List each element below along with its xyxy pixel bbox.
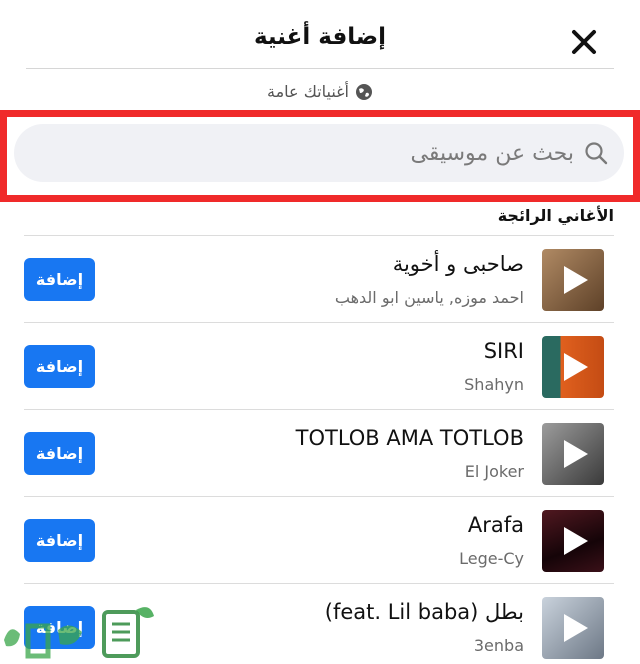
song-thumbnail[interactable] (542, 597, 604, 659)
song-thumbnail[interactable] (542, 423, 604, 485)
song-artist: احمد موزه, ياسين ابو الدهب (334, 288, 524, 307)
privacy-indicator: أغنياتك عامة (0, 82, 640, 101)
play-icon (564, 614, 588, 642)
page-title: إضافة أغنية (253, 24, 387, 50)
song-thumbnail[interactable] (542, 249, 604, 311)
watermark-logo (4, 607, 154, 659)
play-icon (564, 266, 588, 294)
add-song-button[interactable]: إضافة (24, 432, 95, 475)
song-thumbnail[interactable] (542, 510, 604, 572)
song-thumbnail[interactable] (542, 336, 604, 398)
song-artist: Lege-Cy (459, 549, 524, 568)
search-input[interactable] (94, 140, 574, 166)
list-item[interactable]: صاحبى و أخوية احمد موزه, ياسين ابو الدهب… (24, 235, 614, 322)
header-divider (26, 68, 614, 69)
list-item[interactable]: SIRI Shahyn إضافة (24, 322, 614, 409)
song-title: SIRI (483, 339, 524, 363)
globe-icon (355, 83, 372, 100)
add-song-button[interactable]: إضافة (24, 519, 95, 562)
song-title: صاحبى و أخوية (392, 252, 524, 276)
header: إضافة أغنية (0, 0, 640, 70)
add-song-button[interactable]: إضافة (24, 345, 95, 388)
song-artist: 3enba (473, 636, 524, 655)
list-item[interactable]: Arafa Lege-Cy إضافة (24, 496, 614, 583)
close-icon (572, 30, 596, 54)
search-bar[interactable] (14, 124, 624, 182)
section-title: الأغاني الرائجة (497, 206, 614, 225)
add-song-button[interactable]: إضافة (24, 258, 95, 301)
search-icon (585, 142, 608, 165)
play-icon (564, 353, 588, 381)
list-item[interactable]: TOTLOB AMA TOTLOB El Joker إضافة (24, 409, 614, 496)
play-icon (564, 440, 588, 468)
song-title: Arafa (467, 513, 524, 537)
song-artist: Shahyn (464, 375, 524, 394)
play-icon (564, 527, 588, 555)
song-title: بطل (feat. Lil baba) (324, 600, 524, 624)
close-button[interactable] (566, 24, 602, 60)
song-artist: El Joker (464, 462, 524, 481)
privacy-label: أغنياتك عامة (267, 82, 349, 101)
song-title: TOTLOB AMA TOTLOB (295, 426, 524, 450)
